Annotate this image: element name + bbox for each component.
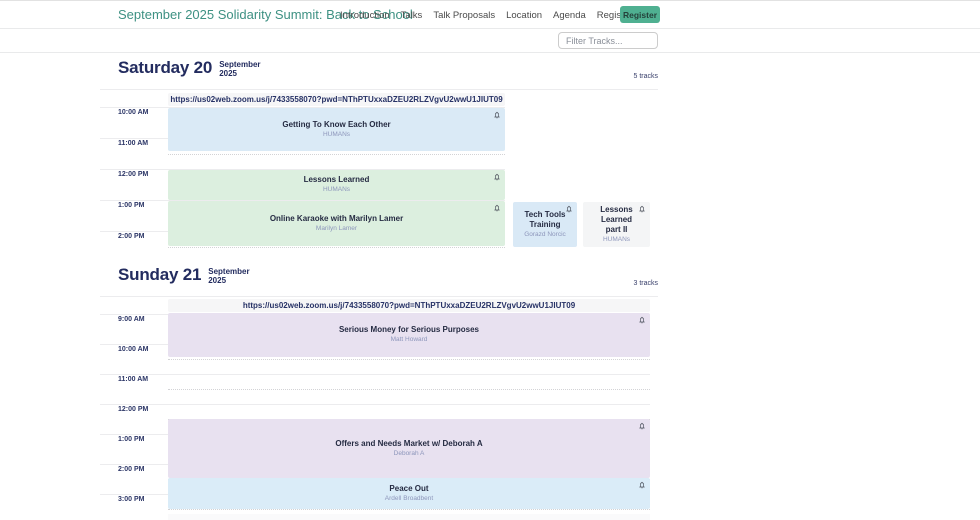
nav-item-location[interactable]: Location [506, 10, 542, 21]
day-year: 2025 [219, 69, 260, 78]
tracks-count-label: 5 tracks [598, 73, 658, 80]
hour-gridline [100, 404, 650, 405]
day-name: Sunday 21 [118, 265, 201, 285]
time-label: 11:00 AM [118, 140, 148, 147]
event-speaker: Deborah A [394, 450, 425, 458]
event-speaker: HUMANs [323, 186, 350, 194]
time-label: 9:00 AM [118, 316, 145, 323]
half-hour-gridline [168, 389, 650, 390]
bell-icon[interactable] [638, 205, 646, 213]
event-speaker: HUMANs [323, 131, 350, 139]
bell-icon[interactable] [638, 316, 646, 324]
bell-icon [638, 205, 646, 213]
event-speaker: Matt Howard [391, 336, 428, 344]
bell-icon [638, 481, 646, 489]
event-block[interactable]: Lessons Learned part IIHUMANs [583, 202, 650, 247]
event-title: Online Karaoke with Marilyn Lamer [270, 214, 403, 224]
nav-item-introduction[interactable]: Introduction [340, 10, 390, 21]
day-divider [100, 89, 658, 90]
day-heading: Saturday 20 September2025 [118, 58, 261, 78]
event-block[interactable]: Online Karaoke with Marilyn LamerMarilyn… [168, 201, 505, 246]
time-label: 1:00 PM [118, 436, 144, 443]
agenda-page: September 2025 Solidarity Summit: Back t… [0, 0, 980, 520]
day-year: 2025 [208, 276, 249, 285]
agenda-content: Saturday 20September20255 trackshttps://… [0, 1, 980, 520]
day-month-year: September2025 [219, 58, 260, 78]
bell-icon [493, 111, 501, 119]
time-label: 12:00 PM [118, 406, 148, 413]
nav-item-talk-proposals[interactable]: Talk Proposals [433, 10, 495, 21]
event-speaker: HUMANs [603, 236, 630, 244]
time-label: 1:00 PM [118, 202, 144, 209]
track-header-zoom-link[interactable]: https://us02web.zoom.us/j/7433558070?pwd… [168, 93, 505, 106]
day-month-year: September2025 [208, 265, 249, 285]
event-block[interactable]: Tech Tools TrainingGorazd Norcic [513, 202, 577, 247]
bell-icon[interactable] [493, 111, 501, 119]
nav-item-talks[interactable]: Talks [401, 10, 423, 21]
event-speaker: Ardell Broadbent [385, 495, 433, 503]
half-hour-gridline [168, 154, 505, 155]
day-divider [100, 296, 658, 297]
hour-gridline [100, 374, 650, 375]
bell-icon [493, 173, 501, 181]
day-heading: Sunday 21 September2025 [118, 265, 250, 285]
register-button[interactable]: Register [620, 6, 660, 23]
half-hour-gridline [168, 509, 650, 510]
time-label: 3:00 PM [118, 496, 144, 503]
event-block[interactable]: Serious Money for Serious PurposesMatt H… [168, 313, 650, 357]
event-title: Serious Money for Serious Purposes [339, 325, 479, 335]
event-speaker: Marilyn Lamer [316, 225, 357, 233]
event-title: Lessons Learned [304, 175, 370, 185]
event-title: Tech Tools Training [523, 210, 567, 230]
time-label: 2:00 PM [118, 233, 144, 240]
event-title: Offers and Needs Market w/ Deborah A [335, 439, 482, 449]
track-header-zoom-link[interactable]: https://us02web.zoom.us/j/7433558070?pwd… [168, 299, 650, 312]
tracks-count-label: 3 tracks [598, 280, 658, 287]
event-title: Peace Out [389, 484, 428, 494]
day-month: September [219, 60, 260, 69]
time-label: 2:00 PM [118, 466, 144, 473]
next-hour-row [168, 514, 650, 520]
bell-icon[interactable] [638, 422, 646, 430]
event-block[interactable]: Getting To Know Each OtherHUMANs [168, 108, 505, 151]
time-label: 11:00 AM [118, 376, 148, 383]
day-month: September [208, 267, 249, 276]
main-nav: Introduction Talks Talk Proposals Location A… [340, 1, 632, 29]
bell-icon [638, 316, 646, 324]
event-block[interactable]: Peace OutArdell Broadbent [168, 478, 650, 509]
event-block[interactable]: Offers and Needs Market w/ Deborah ADebo… [168, 419, 650, 478]
filter-tracks-input[interactable] [558, 32, 658, 49]
time-label: 10:00 AM [118, 346, 148, 353]
day-name: Saturday 20 [118, 58, 212, 78]
event-block[interactable]: Lessons LearnedHUMANs [168, 170, 505, 200]
bell-icon [565, 205, 573, 213]
top-navbar: September 2025 Solidarity Summit: Back t… [0, 1, 980, 29]
bell-icon[interactable] [565, 205, 573, 213]
half-hour-gridline [168, 359, 650, 360]
filter-bar [0, 30, 980, 53]
event-title: Getting To Know Each Other [282, 120, 390, 130]
bell-icon [493, 204, 501, 212]
bell-icon [638, 422, 646, 430]
bell-icon[interactable] [493, 204, 501, 212]
half-hour-gridline [168, 247, 505, 248]
bell-icon[interactable] [638, 481, 646, 489]
event-speaker: Gorazd Norcic [524, 231, 566, 239]
time-label: 12:00 PM [118, 171, 148, 178]
time-label: 10:00 AM [118, 109, 148, 116]
nav-item-agenda[interactable]: Agenda [553, 10, 586, 21]
bell-icon[interactable] [493, 173, 501, 181]
event-title: Lessons Learned part II [593, 205, 640, 235]
